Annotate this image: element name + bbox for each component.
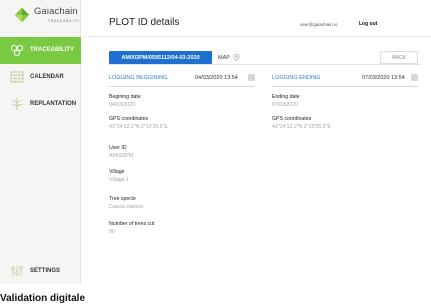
- field-value: AM003PM: [109, 153, 134, 159]
- back-button[interactable]: BACK: [380, 51, 418, 64]
- traceability-icon: [10, 44, 24, 57]
- brand-tagline: TRACEABILITY: [48, 19, 81, 23]
- tab-plot-id[interactable]: AM003PM/0595112/04-03-2020: [109, 51, 212, 64]
- tab-map[interactable]: MAP: [218, 51, 240, 64]
- status-check-icon: [248, 74, 255, 81]
- sidebar-item-traceability[interactable]: TRACEABILITY: [0, 37, 81, 64]
- logging-beginning-datetime: 04/03/2020 13:54: [195, 75, 238, 81]
- caption-text: Validation digitale: [0, 293, 86, 304]
- user-email: user@gaiachain.io: [300, 22, 338, 27]
- field-value: 41°24'12.2"N 2°10'26.5"E: [272, 124, 331, 130]
- field-value: Village 1: [109, 177, 129, 183]
- field-village: Village Village 1: [109, 169, 129, 183]
- logging-beginning-header: LOGGING BEGGINING 04/03/2020 13:54: [109, 72, 255, 87]
- map-pin-icon: [233, 54, 240, 61]
- field-tree-specie: Tree specie Cassia siamea: [109, 196, 143, 210]
- sidebar: Gaiachain TRACEABILITY TRACEABILITY CALE…: [0, 0, 81, 284]
- field-label: GPS coordinates: [109, 116, 149, 122]
- field-label: User ID: [109, 145, 127, 151]
- field-label: Village: [109, 169, 125, 175]
- sidebar-item-label: TRACEABILITY: [30, 47, 74, 53]
- logging-ending-datetime: 07/03/2020 13:54: [362, 75, 405, 81]
- field-value: 04/03/2020: [109, 102, 135, 108]
- field-value: 41°24'12.2"N 2°10'26.5"E: [109, 124, 168, 130]
- field-begining-date: Begining date 04/03/2020: [109, 94, 141, 108]
- field-label: Tree specie: [109, 196, 136, 202]
- sidebar-item-calendar[interactable]: CALENDAR: [0, 64, 81, 91]
- tab-map-label: MAP: [218, 54, 230, 61]
- app-window: Gaiachain TRACEABILITY TRACEABILITY CALE…: [0, 0, 431, 284]
- field-ending-date: Ending date 07/03/2020: [272, 94, 300, 108]
- sidebar-item-replantation[interactable]: REPLANTATION: [0, 91, 81, 118]
- status-check-icon: [411, 74, 418, 81]
- field-label: GPS coordinates: [272, 116, 312, 122]
- gaiachain-logo-icon: [14, 7, 30, 23]
- field-label: Number of trees cut: [109, 221, 155, 227]
- logging-beginning-title: LOGGING BEGGINING: [109, 75, 168, 81]
- field-value: 07/03/2020: [272, 102, 298, 108]
- logging-ending-header: LOGGING ENDING 07/03/2020 13:54: [272, 72, 418, 87]
- logging-ending-title: LOGGING ENDING: [272, 75, 321, 81]
- page-title: PLOT ID details: [109, 17, 180, 28]
- brand-name: Gaiachain: [34, 6, 78, 17]
- field-gps-end: GPS coordinates 41°24'12.2"N 2°10'26.5"E: [272, 116, 331, 130]
- tree-icon: [11, 98, 23, 110]
- field-value: Cassia siamea: [109, 204, 144, 210]
- field-trees-cut: Number of trees cut 90: [109, 221, 155, 235]
- calendar-icon: [10, 71, 24, 83]
- sidebar-item-settings[interactable]: SETTINGS: [0, 262, 81, 282]
- field-user-id: User ID AM003PM: [109, 145, 133, 159]
- field-gps-begin: GPS coordinates 41°24'12.2"N 2°10'26.5"E: [109, 116, 168, 130]
- field-value: 90: [109, 229, 115, 235]
- sidebar-item-label: CALENDAR: [30, 74, 64, 80]
- brand-logo[interactable]: Gaiachain TRACEABILITY: [0, 0, 81, 33]
- header-divider: [81, 36, 431, 37]
- logout-button[interactable]: Log out: [359, 21, 377, 27]
- field-label: Ending date: [272, 94, 300, 100]
- field-label: Begining date: [109, 94, 141, 100]
- sidebar-item-label: SETTINGS: [30, 268, 61, 274]
- settings-icon: [11, 266, 23, 276]
- tab-divider: [109, 64, 421, 65]
- sidebar-item-label: REPLANTATION: [30, 101, 77, 107]
